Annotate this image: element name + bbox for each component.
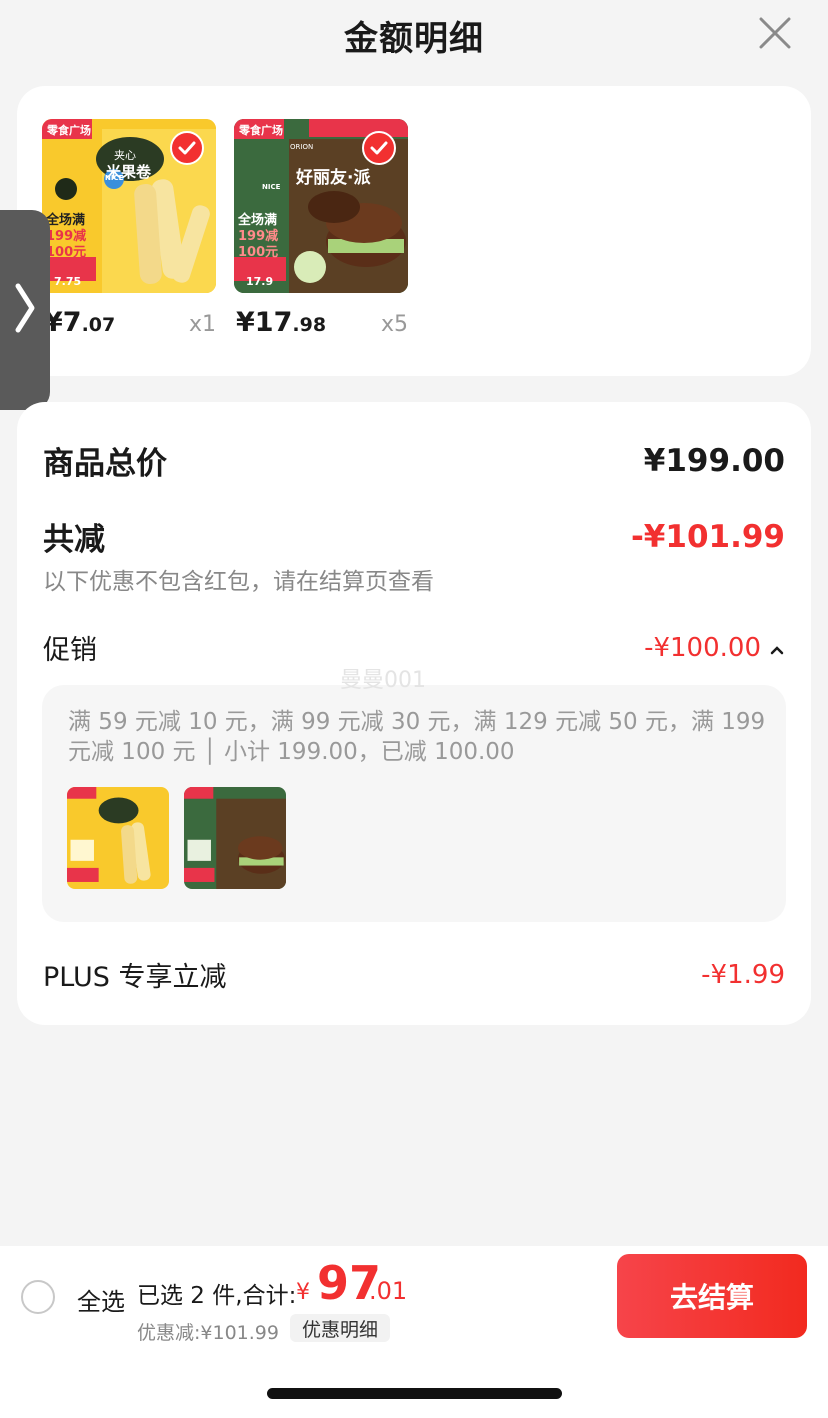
total-currency: ¥ (296, 1280, 310, 1305)
promo-line: 100元 (238, 245, 279, 260)
discount-label: 共减 (43, 522, 105, 558)
total-price-row: 商品总价 ¥199.00 (43, 438, 785, 483)
selected-count: 已选 2 件,合计: (137, 1283, 297, 1309)
nice-badge: NICE (262, 183, 281, 191)
total-price-value: ¥199.00 (643, 442, 785, 479)
close-icon[interactable] (758, 16, 792, 50)
nice-badge: NICE (105, 174, 124, 182)
price-decimal: .98 (292, 314, 327, 336)
total-amount-decimal: .01 (369, 1277, 408, 1305)
promo-value: -¥100.00 (644, 632, 761, 663)
product-item[interactable]: 零食广场 ORION 好丽友·派 NICE 全场满 199减 100元 17.9… (234, 119, 408, 338)
promo-value-wrap: -¥100.00 (644, 633, 785, 663)
product-quantity: x5 (380, 312, 408, 337)
saved-amount: 优惠减:¥101.99 (137, 1322, 279, 1344)
promo-product-thumb (184, 787, 286, 889)
shop-tag: 零食广场 (47, 124, 91, 137)
discount-row: 共减 -¥101.99 (43, 514, 785, 559)
select-all-radio[interactable] (21, 1280, 55, 1314)
total-price-label: 商品总价 (43, 446, 167, 482)
promo-label: 促销 (43, 635, 97, 666)
promo-product-thumb (67, 787, 169, 889)
promo-rules-text: 满 59 元减 10 元，满 99 元减 30 元，满 129 元减 50 元，… (68, 709, 766, 765)
checkout-button[interactable]: 去结算 (617, 1254, 807, 1338)
watermark: 曼曼001 (340, 668, 426, 693)
promo-line: 100元 (46, 245, 87, 260)
shop-tag: 零食广场 (239, 124, 283, 137)
price-decimal: .07 (81, 314, 116, 336)
amount-detail-card: 商品总价 ¥199.00 共减 -¥101.99 以下优惠不包含红包，请在结算页… (17, 402, 811, 1025)
checkout-bar: 全选 已选 2 件,合计: ¥ 97 .01 优惠减:¥101.99 优惠明细 … (0, 1246, 828, 1346)
plus-discount-row: PLUS 专享立减 -¥1.99 (43, 955, 785, 994)
product-price: ¥7.07 (44, 307, 115, 338)
plus-discount-value: -¥1.99 (701, 959, 785, 990)
discount-note: 以下优惠不包含红包，请在结算页查看 (43, 569, 434, 595)
select-all-label[interactable]: 全选 (77, 1282, 125, 1317)
chevron-right-icon (14, 282, 36, 338)
product-quantity: x1 (188, 312, 216, 337)
price-tag: 17.9 (246, 275, 274, 288)
selected-products-card: 零食广场 夹心 米果卷 NICE 全场满 199减 100元 7.75 ¥7.0… (17, 86, 811, 376)
product-item[interactable]: 零食广场 夹心 米果卷 NICE 全场满 199减 100元 7.75 ¥7.0… (42, 119, 216, 338)
header: 金额明细 (0, 0, 828, 70)
product-image: 零食广场 ORION 好丽友·派 NICE 全场满 199减 100元 17.9 (234, 119, 408, 293)
side-expand-tab[interactable] (0, 210, 50, 410)
product-name: 好丽友·派 (296, 168, 371, 188)
product-brand: ORION (290, 143, 314, 151)
price-tag: 7.75 (54, 275, 82, 288)
plus-discount-label: PLUS 专享立减 (43, 962, 227, 993)
chevron-up-icon[interactable] (769, 633, 785, 663)
price-integer: ¥17 (236, 307, 293, 338)
page-title: 金额明细 (344, 18, 484, 59)
product-image: 零食广场 夹心 米果卷 NICE 全场满 199减 100元 7.75 (42, 119, 216, 293)
product-price: ¥17.98 (236, 307, 326, 338)
check-icon[interactable] (362, 131, 396, 165)
discount-detail-button[interactable]: 优惠明细 (290, 1314, 391, 1342)
check-icon[interactable] (170, 131, 204, 165)
home-indicator[interactable] (267, 1388, 562, 1399)
promo-detail-box: 满 59 元减 10 元，满 99 元减 30 元，满 129 元减 50 元，… (42, 685, 786, 922)
home-indicator-area (0, 1346, 828, 1418)
discount-value: -¥101.99 (630, 518, 785, 555)
